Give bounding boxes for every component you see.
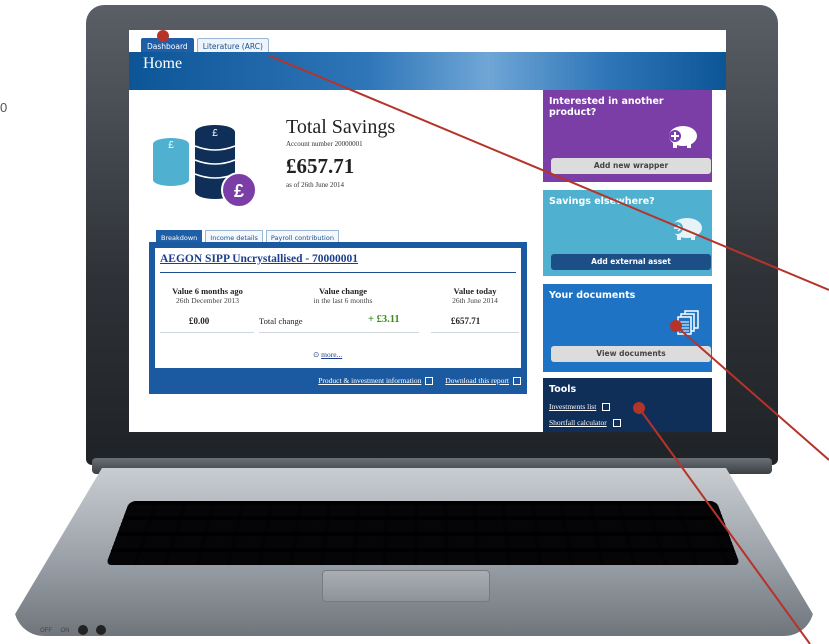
page-title: Home <box>143 55 183 72</box>
external-link-icon <box>602 403 611 412</box>
port-label-off: OFF <box>40 627 52 634</box>
another-product-title: Interested in another product? <box>549 96 664 118</box>
documents-title: Your documents <box>549 290 636 301</box>
investments-list-link[interactable]: Investments list <box>549 402 620 412</box>
piggy-bank-icon <box>669 126 697 148</box>
tools-title: Tools <box>549 384 577 395</box>
value-today: £657.71 <box>451 316 481 326</box>
col-header-change: Value change <box>318 286 368 296</box>
col-sub-change: in the last 6 months <box>313 296 373 305</box>
add-new-wrapper-button[interactable]: Add new wrapper <box>551 158 711 174</box>
tools-widget: Tools Investments list Shortfall calcula… <box>543 378 712 432</box>
svg-text:£: £ <box>168 140 174 151</box>
savings-elsewhere-widget: Savings elsewhere? Add external asset <box>543 190 712 276</box>
col-header-6-months: Value 6 months ago <box>172 286 243 296</box>
download-report-link[interactable]: Download this report <box>445 376 509 385</box>
svg-text:£: £ <box>234 181 244 201</box>
col-sub-6-months: 26th December 2013 <box>176 296 239 305</box>
total-amount: £657.71 <box>286 154 355 178</box>
product-info-link[interactable]: Product & investment information <box>318 376 421 385</box>
external-link-icon <box>612 419 621 428</box>
coins-icon: £ £ £ <box>153 125 257 208</box>
laptop-screen: Dashboard Literature (ARC) Home £ £ £ To… <box>129 30 726 432</box>
documents-icon <box>677 310 699 335</box>
more-link[interactable]: ⊙ more... <box>313 350 342 359</box>
account-number: Account number 20000001 <box>286 140 363 148</box>
laptop-ports: OFF ON <box>40 622 150 635</box>
row-divider <box>259 332 419 333</box>
total-change-value: + £3.11 <box>368 314 400 325</box>
panel-links: Product & investment information Downloa… <box>318 376 521 386</box>
total-change-label: Total change <box>259 316 303 326</box>
row-divider <box>160 332 254 333</box>
product-card: AEGON SIPP Uncrystallised - 70000001 Val… <box>155 248 521 368</box>
col-header-today: Value today <box>453 286 497 296</box>
piggy-bank-icon <box>671 218 702 240</box>
savings-elsewhere-title: Savings elsewhere? <box>549 196 655 207</box>
audio-port-icon <box>77 625 88 635</box>
laptop-trackpad <box>322 570 490 602</box>
external-link-icon <box>425 377 434 386</box>
divider <box>160 272 516 273</box>
port-label-on: ON <box>60 627 70 634</box>
shortfall-calculator-link[interactable]: Shortfall calculator <box>549 418 631 428</box>
as-of-date: as of 26th June 2014 <box>286 181 344 189</box>
expand-icon: ⊙ <box>313 350 320 359</box>
total-savings-title: Total Savings <box>286 116 396 138</box>
page-banner: Home <box>129 52 726 90</box>
stray-digit: 0 <box>0 100 8 115</box>
value-6-months-ago: £0.00 <box>189 316 210 326</box>
add-external-asset-button[interactable]: Add external asset <box>551 254 711 270</box>
view-documents-button[interactable]: View documents <box>551 346 711 362</box>
external-link-icon <box>513 377 521 386</box>
col-sub-today: 26th June 2014 <box>452 296 498 305</box>
product-panel: AEGON SIPP Uncrystallised - 70000001 Val… <box>149 242 527 394</box>
documents-widget: Your documents View documents <box>543 284 712 372</box>
product-link[interactable]: AEGON SIPP Uncrystallised - 70000001 <box>160 253 358 265</box>
row-divider <box>431 332 519 333</box>
another-product-widget: Interested in another product? Add new w… <box>543 90 712 182</box>
svg-text:£: £ <box>212 128 218 139</box>
mic-port-icon <box>96 625 107 635</box>
laptop-keyboard <box>105 501 741 566</box>
